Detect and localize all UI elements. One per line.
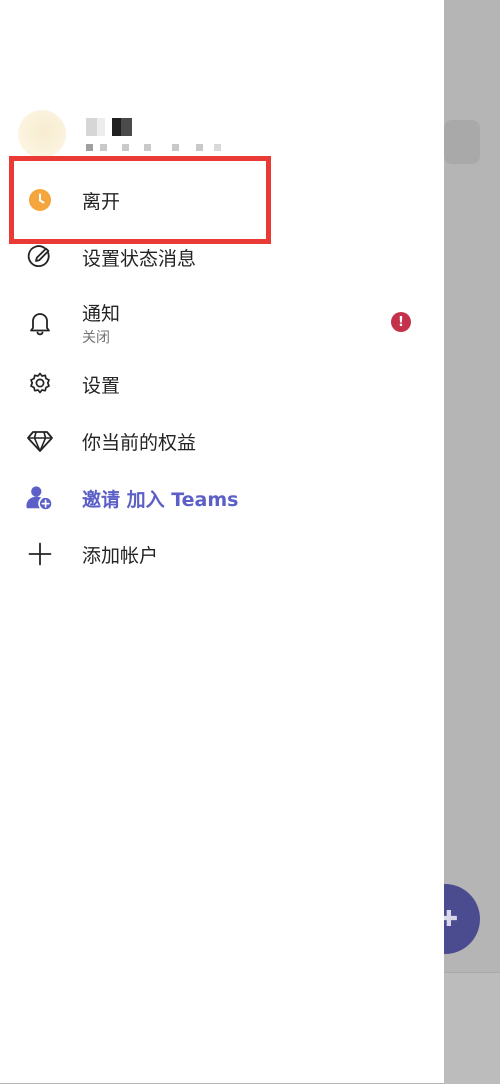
notifications-state: 关闭 [82, 330, 110, 346]
set-status-message-item[interactable]: 设置状态消息 [0, 229, 444, 285]
invite-to-teams-label: 邀请 加入 Teams [82, 488, 239, 511]
add-account-label: 添加帐户 [82, 544, 159, 567]
background-card [444, 120, 480, 164]
current-benefits-item[interactable]: 你当前的权益 [0, 413, 444, 469]
clock-icon [26, 186, 54, 214]
user-name-redacted [86, 118, 132, 136]
user-email-redacted [86, 144, 226, 152]
settings-item[interactable]: 设置 [0, 356, 444, 412]
settings-label: 设置 [82, 374, 121, 397]
bell-icon [26, 309, 54, 337]
current-benefits-label: 你当前的权益 [82, 431, 197, 454]
gear-icon [26, 370, 54, 398]
status-away-item[interactable]: 离开 [0, 172, 444, 228]
status-away-label: 离开 [82, 190, 121, 213]
add-person-icon [26, 484, 54, 512]
avatar [18, 110, 66, 158]
notifications-item[interactable]: 通知 关闭 ! [0, 293, 444, 353]
background-bottom-bar [444, 972, 500, 1084]
set-status-message-label: 设置状态消息 [82, 247, 197, 270]
notifications-label: 通知 [82, 303, 121, 325]
diamond-icon [26, 427, 54, 455]
invite-to-teams-item[interactable]: 邀请 加入 Teams [0, 470, 444, 526]
notifications-alert-badge: ! [391, 312, 411, 332]
edit-status-icon [26, 243, 54, 271]
plus-icon [26, 540, 54, 568]
profile-header[interactable] [18, 110, 318, 160]
add-account-item[interactable]: 添加帐户 [0, 526, 444, 582]
account-drawer: 离开 设置状态消息 通知 关闭 ! 设置 你当前的权益 邀请 加入 Teams … [0, 0, 444, 1083]
